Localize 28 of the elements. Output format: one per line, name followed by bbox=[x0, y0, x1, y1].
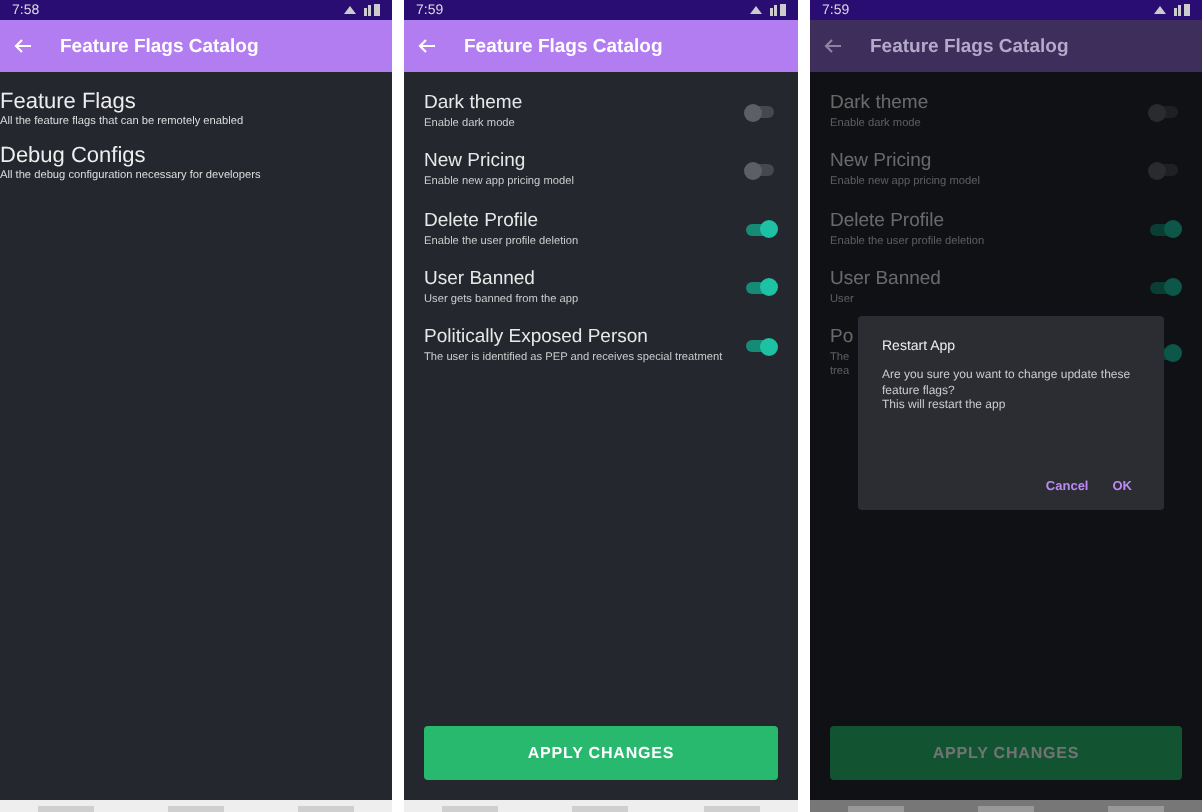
toggle-switch[interactable] bbox=[1150, 164, 1178, 177]
toggle-switch[interactable] bbox=[746, 106, 774, 119]
status-icons bbox=[1154, 4, 1190, 16]
toggle-switch[interactable] bbox=[1150, 281, 1178, 294]
flag-title: User Banned bbox=[424, 267, 537, 290]
flag-title: User Banned bbox=[830, 267, 941, 290]
flag-title: New Pricing bbox=[830, 150, 934, 173]
toggle-switch[interactable] bbox=[746, 340, 774, 353]
toggle-switch[interactable] bbox=[1150, 223, 1178, 236]
flag-title: Delete Profile bbox=[424, 209, 541, 232]
flag-title: Po bbox=[830, 326, 854, 349]
menu-item-title[interactable]: Debug Configs bbox=[0, 144, 392, 168]
toggle-switch[interactable] bbox=[746, 223, 774, 236]
toggle-switch[interactable] bbox=[746, 164, 774, 177]
flag-title: Dark theme bbox=[830, 92, 929, 114]
toggle-switch[interactable] bbox=[1150, 106, 1178, 119]
app-bar-title: Feature Flags Catalog bbox=[60, 35, 259, 57]
flag-title: Dark theme bbox=[424, 92, 523, 114]
toggle-switch[interactable] bbox=[746, 281, 774, 294]
flag-title: Delete Profile bbox=[830, 209, 947, 232]
app-bar-title: Feature Flags Catalog bbox=[870, 35, 1069, 57]
menu-item-title[interactable]: Feature Flags bbox=[0, 90, 392, 114]
status-icons bbox=[344, 4, 380, 16]
flag-title: New Pricing bbox=[424, 150, 528, 173]
back-icon[interactable] bbox=[824, 38, 842, 54]
status-icons bbox=[750, 4, 786, 16]
app-bar-title: Feature Flags Catalog bbox=[464, 35, 663, 57]
flag-title: Politically Exposed Person bbox=[424, 326, 650, 349]
